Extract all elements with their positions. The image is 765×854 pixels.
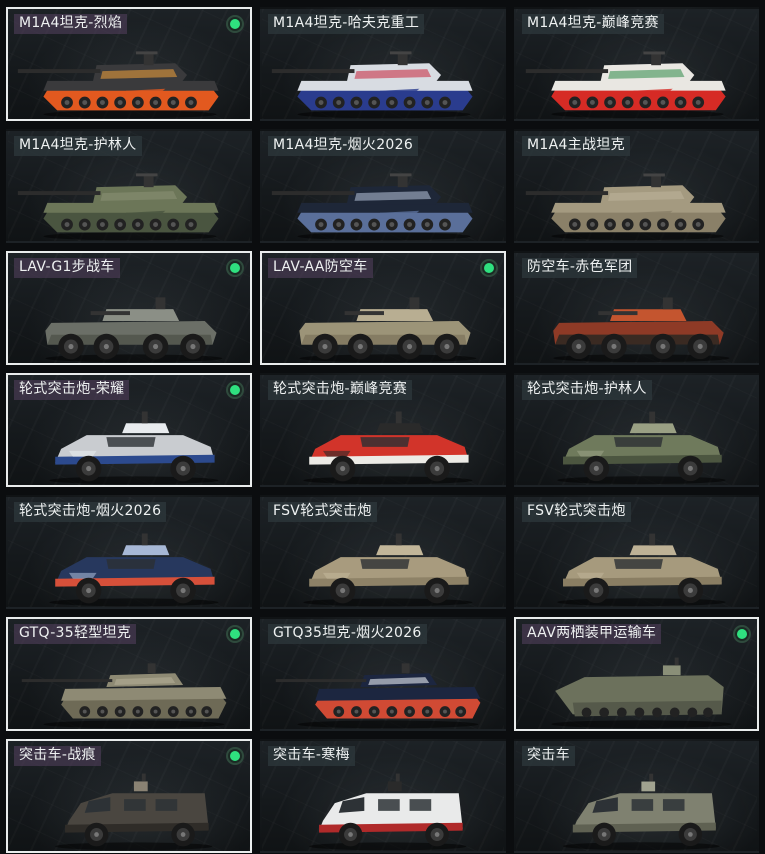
vehicle-card-14[interactable]: FSV轮式突击炮 xyxy=(260,495,506,609)
vehicle-name-label: GTQ-35轻型坦克 xyxy=(14,624,137,644)
vehicle-card-20[interactable]: 突击车-寒梅 xyxy=(260,739,506,853)
vehicle-image xyxy=(303,533,473,607)
owned-indicator-icon xyxy=(733,625,751,643)
vehicle-image xyxy=(553,297,730,363)
vehicle-card-5[interactable]: M1A4坦克-烟火2026 xyxy=(260,129,506,243)
vehicle-image xyxy=(557,533,726,607)
vehicle-name-label: GTQ35坦克-烟火2026 xyxy=(268,624,427,644)
vehicle-card-1[interactable]: M1A4坦克-烈焰 xyxy=(6,7,252,121)
vehicle-card-21[interactable]: 突击车 xyxy=(514,739,759,853)
vehicle-card-4[interactable]: M1A4坦克-护林人 xyxy=(6,129,252,243)
vehicle-card-6[interactable]: M1A4主战坦克 xyxy=(514,129,759,243)
owned-indicator-icon xyxy=(226,625,244,643)
vehicle-name-label: 轮式突击炮-护林人 xyxy=(522,380,652,400)
vehicle-card-10[interactable]: 轮式突击炮-荣耀 xyxy=(6,373,252,487)
vehicle-image xyxy=(49,533,219,607)
vehicle-card-8[interactable]: LAV-AA防空车 xyxy=(260,251,506,365)
vehicle-name-label: LAV-AA防空车 xyxy=(268,258,373,278)
owned-indicator-icon xyxy=(480,259,498,277)
vehicle-card-2[interactable]: M1A4坦克-哈夫克重工 xyxy=(260,7,506,121)
vehicle-image xyxy=(271,51,473,119)
vehicle-image xyxy=(551,657,732,729)
owned-indicator-icon xyxy=(226,381,244,399)
vehicle-card-18[interactable]: AAV两栖装甲运输车 xyxy=(514,617,759,731)
vehicle-card-17[interactable]: GTQ35坦克-烟火2026 xyxy=(260,617,506,731)
vehicle-card-9[interactable]: 防空车-赤色军团 xyxy=(514,251,759,365)
vehicle-name-label: 轮式突击炮-荣耀 xyxy=(14,380,130,400)
vehicle-name-label: M1A4坦克-烟火2026 xyxy=(268,136,419,156)
vehicle-name-label: M1A4坦克-哈夫克重工 xyxy=(268,14,425,34)
vehicle-card-16[interactable]: GTQ-35轻型坦克 xyxy=(6,617,252,731)
vehicle-name-label: LAV-G1步战车 xyxy=(14,258,120,278)
vehicle-image xyxy=(21,663,227,729)
vehicle-card-19[interactable]: 突击车-战痕 xyxy=(6,739,252,853)
vehicle-name-label: 轮式突击炮-烟火2026 xyxy=(14,502,167,522)
owned-indicator-icon xyxy=(226,15,244,33)
vehicle-name-label: FSV轮式突击炮 xyxy=(522,502,631,522)
vehicle-image xyxy=(17,173,219,241)
vehicle-skin-grid: M1A4坦克-烈焰 M1A4坦克-哈夫克重工 M1A4坦克-巅峰竞赛 M1A4坦… xyxy=(0,0,765,854)
vehicle-image xyxy=(299,297,477,363)
owned-indicator-icon xyxy=(226,747,244,765)
vehicle-image xyxy=(557,411,726,485)
vehicle-card-12[interactable]: 轮式突击炮-护林人 xyxy=(514,373,759,487)
vehicle-name-label: M1A4主战坦克 xyxy=(522,136,630,156)
owned-indicator-icon xyxy=(226,259,244,277)
vehicle-name-label: 突击车 xyxy=(522,746,575,766)
vehicle-name-label: 突击车-战痕 xyxy=(14,746,101,766)
vehicle-name-label: 防空车-赤色军团 xyxy=(522,258,638,278)
vehicle-name-label: 轮式突击炮-巅峰竞赛 xyxy=(268,380,413,400)
vehicle-image xyxy=(525,51,726,119)
vehicle-image xyxy=(525,173,726,241)
vehicle-image xyxy=(49,411,219,485)
vehicle-image xyxy=(563,773,720,851)
vehicle-name-label: M1A4坦克-烈焰 xyxy=(14,14,128,34)
vehicle-name-label: AAV两栖装甲运输车 xyxy=(522,624,662,644)
vehicle-image xyxy=(17,51,219,119)
vehicle-image xyxy=(45,297,223,363)
vehicle-image xyxy=(55,773,213,851)
vehicle-name-label: M1A4坦克-护林人 xyxy=(14,136,142,156)
vehicle-name-label: M1A4坦克-巅峰竞赛 xyxy=(522,14,664,34)
vehicle-card-15[interactable]: FSV轮式突击炮 xyxy=(514,495,759,609)
vehicle-name-label: FSV轮式突击炮 xyxy=(268,502,377,522)
vehicle-image xyxy=(309,773,467,851)
vehicle-card-13[interactable]: 轮式突击炮-烟火2026 xyxy=(6,495,252,609)
vehicle-image xyxy=(271,173,473,241)
vehicle-card-7[interactable]: LAV-G1步战车 xyxy=(6,251,252,365)
vehicle-image xyxy=(275,663,481,729)
vehicle-card-3[interactable]: M1A4坦克-巅峰竞赛 xyxy=(514,7,759,121)
vehicle-card-11[interactable]: 轮式突击炮-巅峰竞赛 xyxy=(260,373,506,487)
vehicle-name-label: 突击车-寒梅 xyxy=(268,746,355,766)
vehicle-image xyxy=(303,411,473,485)
